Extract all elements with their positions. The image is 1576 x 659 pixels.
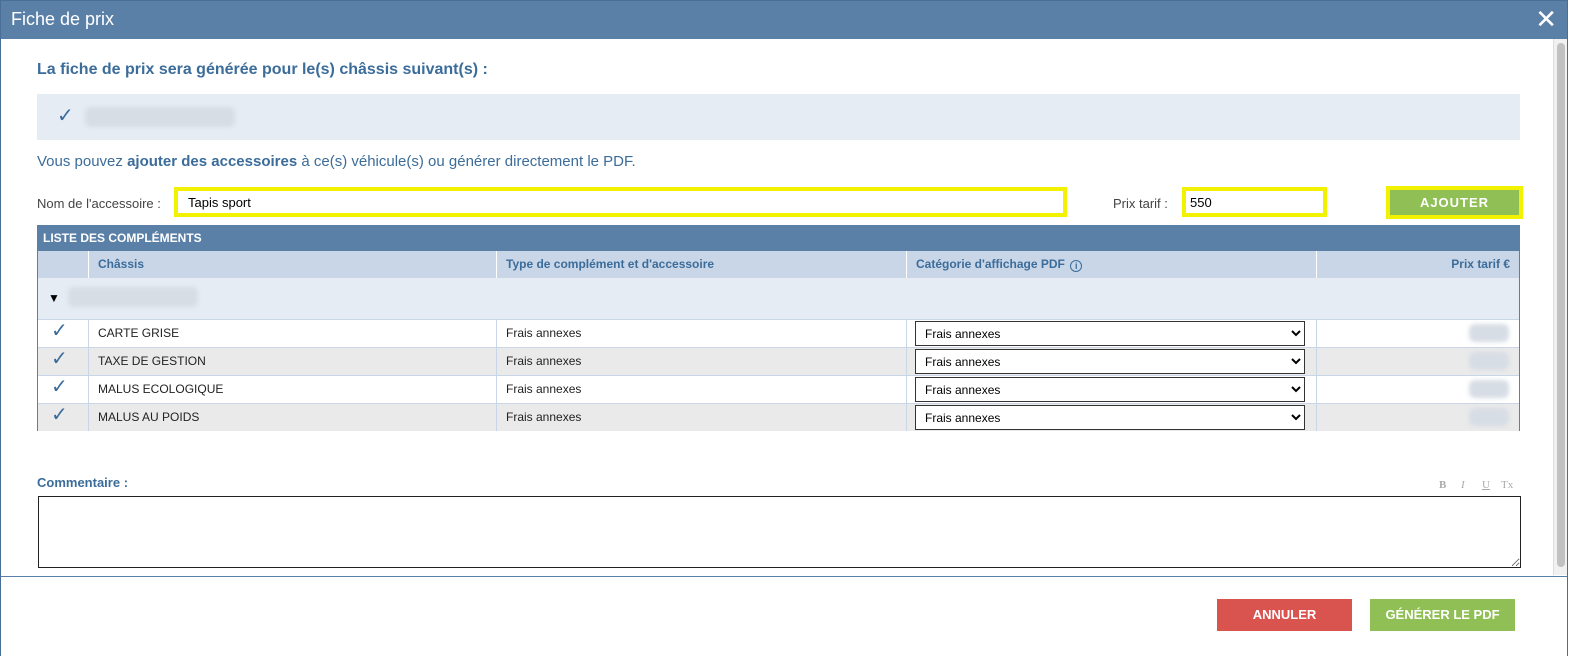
category-select[interactable]: Frais annexes [915,405,1305,430]
table-row: ✓ CARTE GRISE Frais annexes Frais annexe… [38,319,1519,347]
table-row: ✓ TAXE DE GESTION Frais annexes Frais an… [38,347,1519,375]
chassis-group-row[interactable]: ▼ [38,278,1519,319]
table-row: ✓ MALUS ECOLOGIQUE Frais annexes Frais a… [38,375,1519,403]
row-price [1316,404,1519,431]
italic-button[interactable]: I [1461,479,1465,491]
header-price: Prix tarif € [1316,251,1519,278]
row-chassis: MALUS ECOLOGIQUE [88,376,496,403]
price-redacted [1469,380,1509,398]
complements-table: LISTE DES COMPLÉMENTS Châssis Type de co… [37,225,1520,431]
accessory-name-label: Nom de l'accessoire : [37,196,161,211]
check-icon: ✓ [57,105,74,127]
row-type: Frais annexes [496,376,906,403]
generate-pdf-button[interactable]: GÉNÉRER LE PDF [1370,599,1515,631]
check-icon[interactable]: ✓ [38,376,88,403]
selected-chassis-list: ✓ [37,94,1520,140]
row-type: Frais annexes [496,348,906,375]
header-chassis: Châssis [88,251,496,278]
row-chassis: CARTE GRISE [88,320,496,347]
row-chassis: MALUS AU POIDS [88,404,496,431]
check-icon[interactable]: ✓ [38,320,88,347]
check-icon[interactable]: ✓ [38,404,88,431]
header-category: Catégorie d'affichage PDF i [906,251,1316,278]
info-text: Vous pouvez ajouter des accessoires à ce… [37,153,636,170]
close-icon[interactable]: ✕ [1535,5,1557,33]
underline-button[interactable]: U [1482,479,1490,491]
check-icon[interactable]: ✓ [38,348,88,375]
comment-textarea[interactable] [38,496,1521,568]
price-redacted [1469,408,1509,426]
price-label: Prix tarif : [1113,196,1168,211]
row-chassis: TAXE DE GESTION [88,348,496,375]
header-check-col [38,251,88,278]
triangle-down-icon[interactable]: ▼ [48,291,60,305]
chassis-name-redacted [85,107,235,127]
clear-format-button[interactable]: Tx [1501,479,1513,491]
info-icon[interactable]: i [1070,260,1083,272]
bold-button[interactable]: B [1439,479,1446,491]
price-input[interactable] [1182,187,1327,217]
row-type: Frais annexes [496,320,906,347]
scrollbar-thumb[interactable] [1557,43,1565,567]
dialog-title: Fiche de prix [11,9,115,29]
row-price [1316,348,1519,375]
cancel-button[interactable]: ANNULER [1217,599,1352,631]
vertical-scrollbar[interactable] [1553,39,1567,575]
comment-label: Commentaire : [37,475,129,490]
category-select[interactable]: Frais annexes [915,321,1305,346]
row-type: Frais annexes [496,404,906,431]
accessory-name-input[interactable] [174,187,1067,217]
price-redacted [1469,352,1509,370]
chassis-group-name-redacted [68,287,198,307]
dialog-footer: ANNULER GÉNÉRER LE PDF [1,576,1567,656]
chassis-intro-heading: La fiche de prix sera générée pour le(s)… [37,61,488,78]
dialog-body: La fiche de prix sera générée pour le(s)… [1,39,1553,575]
price-redacted [1469,324,1509,342]
row-price [1316,376,1519,403]
add-accessory-button[interactable]: AJOUTER [1386,186,1523,219]
table-caption: LISTE DES COMPLÉMENTS [38,226,1519,251]
category-select[interactable]: Frais annexes [915,349,1305,374]
row-price [1316,320,1519,347]
dialog-titlebar: Fiche de prix ✕ [1,1,1567,39]
price-sheet-dialog: Fiche de prix ✕ La fiche de prix sera gé… [0,0,1568,656]
table-header: Châssis Type de complément et d'accessoi… [38,251,1519,278]
category-select[interactable]: Frais annexes [915,377,1305,402]
table-row: ✓ MALUS AU POIDS Frais annexes Frais ann… [38,403,1519,431]
header-type: Type de complément et d'accessoire [496,251,906,278]
